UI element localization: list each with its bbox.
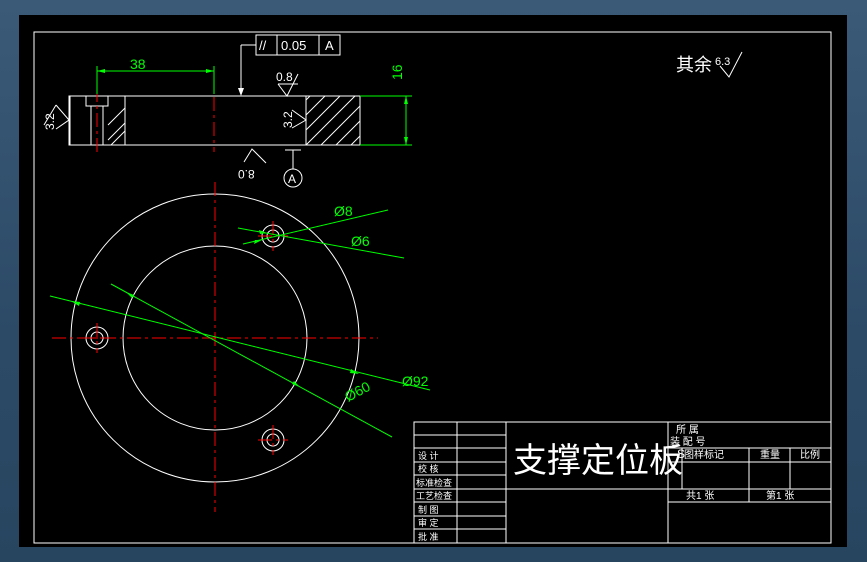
svg-text:Ø6: Ø6	[351, 233, 370, 249]
counterbore-hole	[69, 95, 109, 145]
parallelism-symbol: //	[259, 38, 267, 53]
svg-text:Ø92: Ø92	[402, 373, 429, 389]
hatch-right	[305, 95, 361, 146]
sheet-number: 第1 张	[766, 489, 794, 502]
svg-text:标准检查: 标准检查	[416, 477, 452, 488]
hole-bottom	[258, 425, 288, 455]
surface-note: 其余 6.3	[676, 51, 743, 78]
dim-dia-60: Ø60	[110, 283, 393, 438]
svg-text:A: A	[288, 172, 296, 186]
dim-16-text: 16	[389, 64, 405, 80]
svg-text:制 图: 制 图	[418, 504, 439, 515]
dim-dia-6: Ø6	[237, 227, 405, 259]
svg-text:Ø8: Ø8	[334, 203, 353, 219]
rest-surface-text: 其余	[676, 55, 712, 75]
svg-text:3.2: 3.2	[281, 111, 295, 128]
sheet-mark-label: 图样标记	[684, 448, 724, 461]
svg-text:工艺检查: 工艺检查	[416, 490, 452, 501]
title-block-labels: 设 计 校 核 标准检查 工艺检查 制 图 审 定 批 准	[416, 450, 452, 542]
svg-text:3.2: 3.2	[43, 113, 57, 130]
roughness-bottom: 0.8	[238, 148, 267, 181]
svg-text:审 定: 审 定	[418, 517, 439, 528]
scale-label: 比例	[800, 448, 820, 461]
drawing-viewport[interactable]: 38 16 // 0.05 A 0.8 3.2 3.2 0.8 A 其余 6.3…	[19, 15, 847, 547]
tolerance-value: 0.05	[281, 38, 306, 53]
plan-view: Ø8 Ø6 Ø92 Ø60	[49, 182, 431, 512]
dim-height-16: 16	[360, 64, 412, 146]
roughness-mid: 3.2	[281, 109, 307, 129]
cad-drawing: 38 16 // 0.05 A 0.8 3.2 3.2 0.8 A 其余 6.3…	[33, 31, 832, 544]
dim-38-text: 38	[130, 56, 146, 72]
assembly-label: 装 配 号	[670, 435, 706, 448]
svg-text:设 计: 设 计	[418, 450, 439, 461]
part-name: 支撑定位板	[513, 442, 683, 480]
section-view: 38 16 // 0.05 A 0.8 3.2 3.2 0.8 A	[43, 34, 412, 188]
roughness-left: 3.2	[43, 104, 70, 130]
svg-text:批 准: 批 准	[418, 531, 439, 542]
dim-width-38: 38	[96, 56, 215, 94]
weight-label: 重量	[760, 448, 780, 461]
tolerance-datum: A	[325, 38, 334, 53]
hatch-left	[107, 107, 126, 146]
tolerance-frame: // 0.05 A	[238, 34, 341, 96]
title-block: 设 计 校 核 标准检查 工艺检查 制 图 审 定 批 准 支撑定位板 所 属 …	[413, 421, 832, 544]
svg-text:Ø60: Ø60	[342, 378, 373, 405]
rest-roughness-value: 6.3	[715, 56, 730, 68]
svg-text:0.8: 0.8	[238, 167, 255, 181]
roughness-top: 0.8	[276, 70, 299, 97]
total-sheets: 共1 张	[686, 490, 714, 502]
svg-text:校 核: 校 核	[418, 463, 439, 474]
svg-text:0.8: 0.8	[276, 70, 293, 84]
belongs-label: 所 属	[676, 424, 699, 436]
datum-a: A	[283, 149, 303, 188]
mark-value: S	[677, 447, 685, 461]
